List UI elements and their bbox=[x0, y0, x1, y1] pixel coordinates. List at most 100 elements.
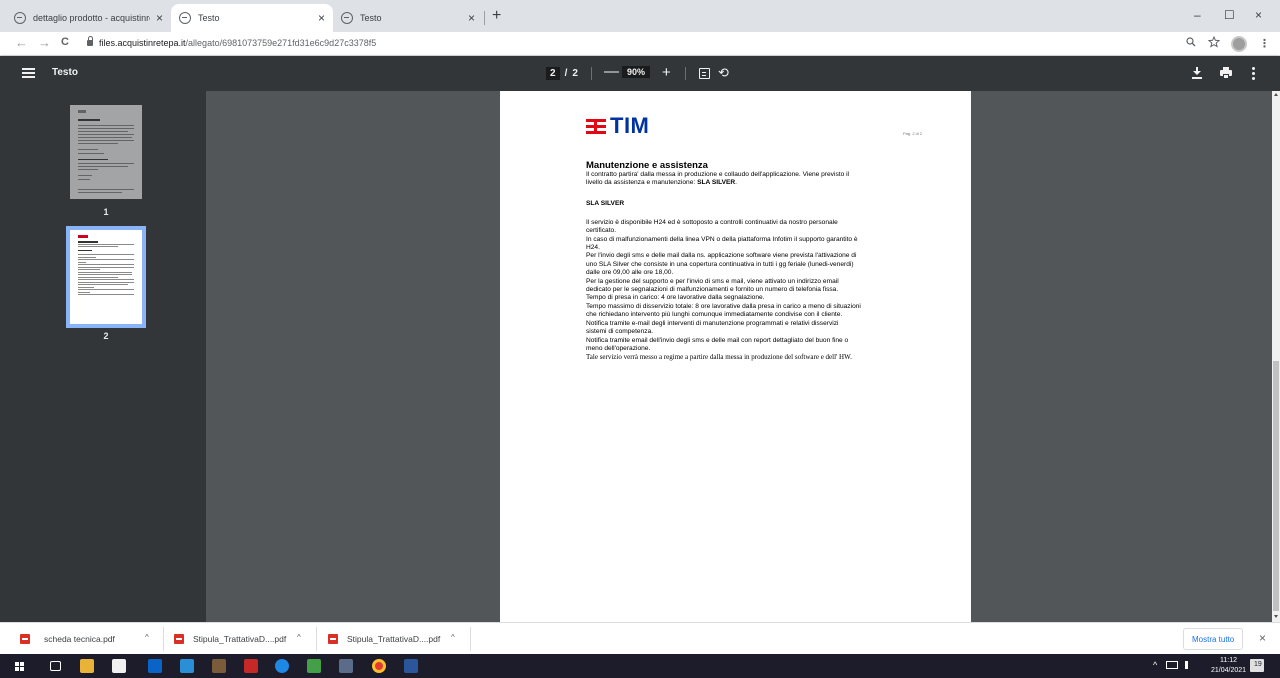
system-clock[interactable]: 11:12 21/04/2021 bbox=[1211, 656, 1246, 676]
scrollbar[interactable] bbox=[1272, 91, 1280, 622]
magnifier-icon[interactable] bbox=[1186, 37, 1196, 50]
reload-button[interactable]: C bbox=[61, 36, 69, 48]
download-separator bbox=[470, 627, 471, 651]
outlook-icon[interactable] bbox=[148, 659, 162, 673]
close-tab-icon[interactable]: × bbox=[156, 11, 163, 25]
tab-label: Testo bbox=[198, 13, 220, 23]
back-button[interactable]: ← bbox=[15, 35, 28, 50]
profile-avatar[interactable] bbox=[1231, 36, 1247, 52]
app-icon[interactable] bbox=[212, 659, 226, 673]
clock-time: 11:12 bbox=[1220, 657, 1238, 664]
tim-logo: TIM bbox=[586, 113, 649, 139]
close-tab-icon[interactable]: × bbox=[318, 11, 325, 25]
close-tab-icon[interactable]: × bbox=[468, 11, 475, 25]
url-path: /allegato/6981073759e271fd31e6c9d27c3378… bbox=[185, 38, 377, 48]
body-line: Notifica tramite e-mail degli interventi… bbox=[586, 319, 839, 327]
tray-chevron-icon[interactable]: ^ bbox=[1153, 660, 1157, 670]
page-thumbnail-2[interactable] bbox=[70, 230, 142, 324]
screen: dettaglio prodotto - acquistinrete × Tes… bbox=[0, 0, 1280, 678]
downloads-bar: scheda tecnica.pdf ^ Stipula_TrattativaD… bbox=[0, 622, 1280, 654]
print-icon[interactable] bbox=[1220, 67, 1232, 79]
intro-line: Il contratto partira' dalla messa in pro… bbox=[586, 171, 850, 178]
download-item[interactable]: Stipula_TrattativaD....pdf bbox=[328, 623, 440, 654]
download-filename: Stipula_TrattativaD....pdf bbox=[347, 633, 441, 644]
minimize-button[interactable]: – bbox=[1194, 8, 1201, 22]
url-field[interactable]: files.acquistinretepa.it/allegato/698107… bbox=[99, 38, 376, 48]
address-bar: ← → C files.acquistinretepa.it/allegato/… bbox=[0, 32, 1280, 56]
closing-line: Tale servizio verrà messo a regime a par… bbox=[586, 353, 852, 362]
pdf-toolbar: Testo 2 / 2 — 90% + ⟲ bbox=[0, 56, 1280, 91]
body-line: che richiedano intervento più lunghi com… bbox=[586, 311, 843, 319]
tab-separator bbox=[484, 11, 485, 25]
chevron-up-icon[interactable]: ^ bbox=[297, 633, 301, 642]
toolbar-divider bbox=[685, 67, 686, 80]
scroll-up-icon[interactable] bbox=[1274, 93, 1278, 96]
body-line: dalle ore 09,00 alle ore 18,00. bbox=[586, 269, 674, 277]
page-indicator: 2 / 2 bbox=[546, 66, 578, 81]
zoom-in-button[interactable]: + bbox=[662, 64, 671, 81]
scrollbar-thumb[interactable] bbox=[1273, 361, 1279, 611]
download-filename: scheda tecnica.pdf bbox=[44, 633, 115, 644]
close-window-button[interactable]: × bbox=[1255, 8, 1262, 22]
chrome-icon[interactable] bbox=[372, 659, 386, 673]
forward-button[interactable]: → bbox=[38, 35, 51, 50]
document-body: Manutenzione e assistenza Il contratto p… bbox=[586, 160, 931, 362]
body-line: Per la gestione del supporto e per l'inv… bbox=[586, 277, 839, 285]
close-downloads-button[interactable]: × bbox=[1259, 631, 1266, 645]
word-icon[interactable] bbox=[404, 659, 418, 673]
fit-page-icon[interactable] bbox=[699, 68, 710, 79]
network-icon[interactable] bbox=[1166, 661, 1178, 669]
app-icon[interactable] bbox=[307, 659, 321, 673]
tab-label: dettaglio prodotto - acquistinrete bbox=[33, 13, 150, 23]
tab-testo[interactable]: Testo × bbox=[333, 4, 483, 32]
windows-start-icon[interactable] bbox=[15, 662, 24, 671]
pdf-file-icon bbox=[328, 633, 338, 644]
menu-icon[interactable] bbox=[22, 68, 35, 78]
download-separator bbox=[163, 627, 164, 651]
more-actions-icon[interactable] bbox=[1252, 67, 1255, 80]
chevron-up-icon[interactable]: ^ bbox=[145, 633, 149, 642]
page-thumbnail-1[interactable] bbox=[70, 105, 142, 199]
app-icon[interactable] bbox=[339, 659, 353, 673]
body-line: Tempo di presa in carico: 4 ore lavorati… bbox=[586, 294, 765, 302]
tab-dettaglio-prodotto[interactable]: dettaglio prodotto - acquistinrete × bbox=[6, 4, 171, 32]
file-explorer-icon[interactable] bbox=[80, 659, 94, 673]
zoom-input[interactable]: 90% bbox=[622, 66, 651, 78]
zoom-out-button[interactable]: — bbox=[604, 63, 619, 80]
thumbnail-sidebar: 1 2 bbox=[0, 91, 206, 622]
pdf-file-icon bbox=[174, 633, 184, 644]
toolbar-divider bbox=[591, 67, 592, 80]
page-thumbnail-2-selected[interactable] bbox=[66, 226, 146, 328]
download-item[interactable]: scheda tecnica.pdf bbox=[20, 623, 115, 654]
tab-testo-active[interactable]: Testo × bbox=[171, 4, 333, 32]
task-view-icon[interactable] bbox=[50, 661, 61, 671]
acrobat-icon[interactable] bbox=[244, 659, 258, 673]
chevron-up-icon[interactable]: ^ bbox=[451, 633, 455, 642]
new-tab-button[interactable]: + bbox=[492, 7, 501, 25]
lock-icon[interactable] bbox=[87, 36, 93, 46]
pdf-file-icon bbox=[20, 633, 30, 644]
mail-icon[interactable] bbox=[180, 659, 194, 673]
star-icon[interactable] bbox=[1207, 35, 1221, 51]
current-page-input[interactable]: 2 bbox=[546, 67, 560, 80]
show-all-button[interactable]: Mostra tutto bbox=[1183, 628, 1244, 650]
globe-icon bbox=[14, 12, 26, 24]
maximize-button[interactable]: ☐ bbox=[1224, 8, 1235, 22]
globe-icon bbox=[341, 12, 353, 24]
section-heading: Manutenzione e assistenza bbox=[586, 160, 708, 171]
body-line: H24. bbox=[586, 244, 600, 252]
document-title: Testo bbox=[52, 67, 78, 78]
pdf-viewer[interactable]: TIM Pag. 2 di 2 Manutenzione e assistenz… bbox=[206, 91, 1272, 622]
notification-count: 19 bbox=[1254, 661, 1262, 668]
volume-icon[interactable] bbox=[1185, 661, 1193, 669]
rotate-icon[interactable]: ⟲ bbox=[718, 65, 729, 81]
download-separator bbox=[316, 627, 317, 651]
body-line: Notifica tramite email dell'invio degli … bbox=[586, 336, 849, 344]
browser-menu-icon[interactable]: ⋮ bbox=[1259, 37, 1270, 50]
notification-center-icon[interactable]: 19 bbox=[1250, 659, 1264, 672]
windows-taskbar: ^ 11:12 21/04/2021 19 bbox=[0, 654, 1280, 678]
edge-icon[interactable] bbox=[275, 659, 289, 673]
scroll-down-icon[interactable] bbox=[1274, 615, 1278, 618]
download-item[interactable]: Stipula_TrattativaD....pdf bbox=[174, 623, 286, 654]
store-icon[interactable] bbox=[112, 659, 126, 673]
